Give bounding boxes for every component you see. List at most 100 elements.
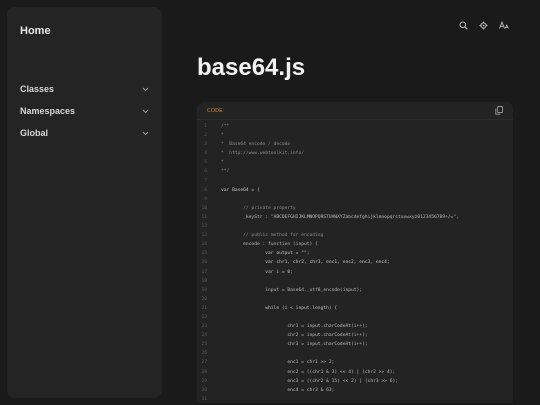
sidebar-nav: Classes Namespaces Global <box>20 78 150 144</box>
code-line: 16 var chr1, chr2, chr3, enc1, enc2, enc… <box>197 258 513 267</box>
sidebar-item-label: Global <box>20 128 49 138</box>
code-line: 28 enc2 = ((chr1 & 3) << 4) | (chr2 >> 4… <box>197 368 513 377</box>
line-number: 10 <box>201 205 207 211</box>
gear-icon[interactable] <box>478 20 489 31</box>
code-line: 23 chr1 = input.charCodeAt(i++); <box>197 322 513 331</box>
code-header: CODE <box>197 102 513 120</box>
line-number: 26 <box>201 351 207 357</box>
line-number: 7 <box>204 178 207 184</box>
code-lines: 1/** 2 * 3 * Base64 encode / decode 4 * http:/… <box>197 120 513 403</box>
code-line: 18 <box>197 277 513 286</box>
code-line: 26 <box>197 349 513 358</box>
code-line: 30 enc4 = chr3 & 63; <box>197 386 513 395</box>
line-number: 18 <box>201 278 207 284</box>
line-number: 14 <box>201 242 207 248</box>
line-number: 6 <box>204 169 207 175</box>
code-line: 24 chr2 = input.charCodeAt(i++); <box>197 331 513 340</box>
line-number: 15 <box>201 251 207 257</box>
code-text: var output = ""; <box>221 251 310 257</box>
code-text: // private property <box>221 205 296 211</box>
code-line: 29 enc3 = ((chr2 & 15) << 2) | (chr3 >> … <box>197 377 513 386</box>
code-text: /** <box>221 124 230 129</box>
code-text: while (i < input.length) { <box>221 305 338 311</box>
line-number: 9 <box>204 196 207 202</box>
code-text: var Base64 = { <box>221 187 260 193</box>
code-text: * <box>221 160 224 166</box>
line-number: 23 <box>201 324 207 330</box>
code-text: enc3 = ((chr2 & 15) << 2) | (chr3 >> 6); <box>221 378 399 384</box>
page-title: base64.js <box>197 54 306 81</box>
code-text: **/ <box>221 169 230 175</box>
line-number: 21 <box>201 305 207 311</box>
line-number: 25 <box>201 342 207 348</box>
code-line: 10 // private property <box>197 204 513 213</box>
code-text: * http://www.webtoolkit.info/ <box>221 151 304 157</box>
code-line: 9 <box>197 195 513 204</box>
code-text: * Base64 encode / decode <box>221 142 291 148</box>
code-line: 19 input = Base64._utf8_encode(input); <box>197 286 513 295</box>
chevron-down-icon <box>140 84 150 94</box>
code-line: 3 * Base64 encode / decode <box>197 140 513 149</box>
home-link[interactable]: Home <box>20 25 51 37</box>
code-text: input = Base64._utf8_encode(input); <box>221 287 363 293</box>
line-number: 3 <box>204 142 207 148</box>
line-number: 11 <box>201 214 207 220</box>
code-line: 1 /** <box>197 122 513 131</box>
code-line: 8 var Base64 = { <box>197 186 513 195</box>
code-line: 2 * <box>197 131 513 140</box>
code-line: 15 var output = ""; <box>197 249 513 258</box>
line-number: 30 <box>201 387 207 393</box>
code-text: * <box>221 133 224 139</box>
line-number: 29 <box>201 378 207 384</box>
code-text: var i = 0; <box>221 269 293 275</box>
code-text: enc4 = chr3 & 63; <box>221 387 335 393</box>
sidebar-item-label: Namespaces <box>20 106 76 116</box>
code-line: 11 _keyStr : "ABCDEFGHIJKLMNOPQRSTUVWXYZ… <box>197 213 513 222</box>
line-number: 16 <box>201 260 207 266</box>
code-label: CODE <box>207 107 224 114</box>
line-number: 2 <box>204 133 207 139</box>
sidebar-item-global[interactable]: Global <box>20 122 150 144</box>
line-number: 22 <box>201 314 207 320</box>
line-number: 12 <box>201 224 207 230</box>
line-number: 5 <box>204 160 207 166</box>
line-number: 17 <box>201 269 207 275</box>
code-line: 27 enc1 = chr1 >> 2; <box>197 358 513 367</box>
line-number: 4 <box>204 151 207 157</box>
line-number: 27 <box>201 360 207 366</box>
code-block: CODE 1/** 2 * 3 * Base64 encode / decode 4 * h… <box>197 102 513 403</box>
code-text: encode : function (input) { <box>221 242 318 248</box>
line-number: 1 <box>204 124 207 129</box>
code-line: 22 <box>197 313 513 322</box>
code-line: 7 <box>197 177 513 186</box>
code-line: 4 * http://www.webtoolkit.info/ <box>197 149 513 158</box>
code-text: chr3 = input.charCodeAt(i++); <box>221 342 368 348</box>
code-text: chr1 = input.charCodeAt(i++); <box>221 324 368 330</box>
code-line: 12 <box>197 222 513 231</box>
chevron-down-icon <box>140 106 150 116</box>
sidebar-item-namespaces[interactable]: Namespaces <box>20 100 150 122</box>
chevron-down-icon <box>140 128 150 138</box>
sidebar-item-classes[interactable]: Classes <box>20 78 150 100</box>
code-line: 17 var i = 0; <box>197 268 513 277</box>
code-text: _keyStr : "ABCDEFGHIJKLMNOPQRSTUVWXYZabc… <box>221 214 459 220</box>
code-text: // public method for encoding <box>221 233 324 239</box>
code-line: 5 * <box>197 158 513 167</box>
code-line: 14 encode : function (input) { <box>197 240 513 249</box>
search-icon[interactable] <box>458 20 469 31</box>
code-text: enc1 = chr1 >> 2; <box>221 360 335 366</box>
line-number: 13 <box>201 233 207 239</box>
line-number: 31 <box>201 396 207 402</box>
line-number: 20 <box>201 296 207 302</box>
code-text: chr2 = input.charCodeAt(i++); <box>221 333 368 339</box>
line-number: 28 <box>201 369 207 375</box>
font-size-icon[interactable] <box>498 20 509 31</box>
line-number: 24 <box>201 333 207 339</box>
code-text: var chr1, chr2, chr3, enc1, enc2, enc3, … <box>221 260 390 266</box>
code-line: 6 **/ <box>197 167 513 176</box>
sidebar: Home Classes Namespaces Global <box>7 7 162 398</box>
copy-icon[interactable] <box>494 106 503 115</box>
line-number: 19 <box>201 287 207 293</box>
sidebar-item-label: Classes <box>20 84 55 94</box>
code-line: 25 chr3 = input.charCodeAt(i++); <box>197 340 513 349</box>
